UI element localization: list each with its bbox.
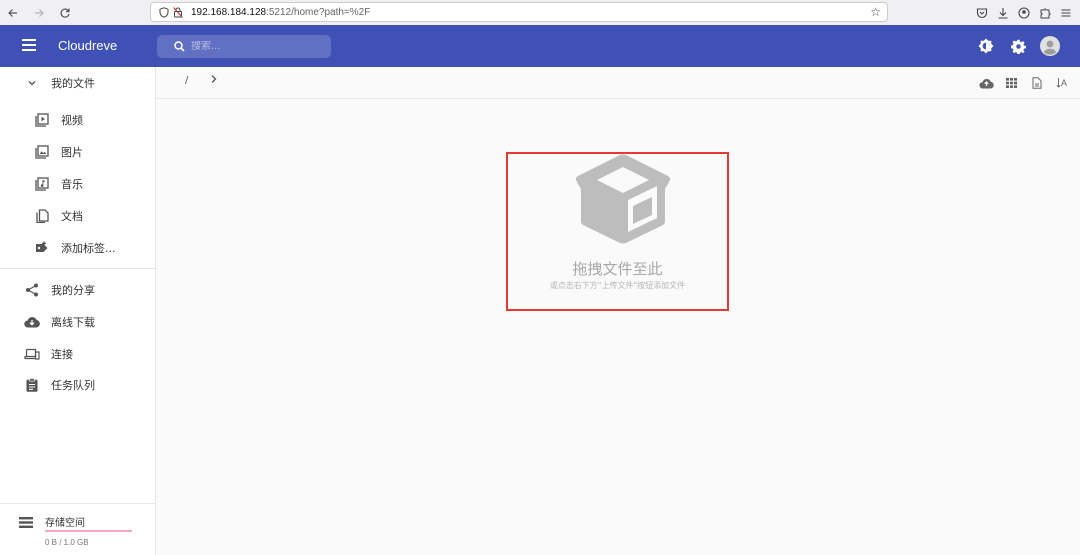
grid-view-icon [1006, 78, 1017, 88]
storage-panel[interactable]: 存储空间 0 B / 1.0 GB [0, 507, 155, 555]
sidebar-item-my-shares[interactable]: 我的分享 [0, 275, 155, 305]
insecure-lock-icon[interactable] [171, 6, 185, 18]
storage-size: 0 B / 1.0 GB [45, 538, 89, 547]
puzzle-icon [1040, 8, 1050, 18]
sidebar-item-label: 音乐 [61, 178, 83, 191]
sidebar-item-label: 离线下载 [51, 316, 95, 329]
image-icon [34, 144, 50, 160]
extensions-button[interactable] [1034, 0, 1055, 25]
pocket-button[interactable] [971, 0, 992, 25]
reload-icon [60, 8, 70, 18]
settings-button[interactable] [1002, 25, 1034, 67]
video-icon [34, 112, 50, 128]
sidebar-divider [0, 503, 155, 504]
app-bar: Cloudreve [0, 25, 1080, 67]
pocket-icon [976, 7, 987, 18]
search-input[interactable] [191, 41, 321, 52]
breadcrumb-expand-icon[interactable] [210, 74, 218, 87]
sidebar-item-documents[interactable]: 文档 [0, 201, 155, 231]
sidebar-item-images[interactable]: 图片 [0, 137, 155, 167]
downloads-button[interactable] [992, 0, 1013, 25]
sidebar-item-label: 连接 [51, 348, 73, 361]
chevron-down-icon[interactable] [24, 75, 40, 91]
cloud-download-icon [24, 314, 40, 330]
url-path: :5212/home?path=%2F [266, 6, 371, 18]
sidebar-item-connections[interactable]: 连接 [0, 339, 155, 369]
sidebar-item-label: 视频 [61, 114, 83, 127]
reload-button[interactable] [52, 0, 78, 25]
sort-button[interactable]: A [1049, 67, 1074, 99]
storage-icon [19, 517, 33, 528]
sidebar-divider [0, 268, 155, 269]
sidebar-item-music[interactable]: 音乐 [0, 169, 155, 199]
document-icon [34, 208, 50, 224]
storage-usage-bar [45, 530, 132, 532]
sidebar-item-task-queue[interactable]: 任务队列 [0, 370, 155, 400]
file-info-icon [1032, 77, 1041, 89]
share-icon [24, 282, 40, 298]
sort-label: A [1060, 78, 1067, 88]
breadcrumb-root[interactable]: / [185, 75, 188, 86]
drop-zone[interactable]: 拖拽文件至此 或点击右下方"上传文件"按钮添加文件 [506, 152, 729, 311]
sidebar-item-label: 文档 [61, 210, 83, 223]
file-toolbar: / A [156, 67, 1080, 99]
view-mode-button[interactable] [999, 67, 1024, 99]
sidebar-item-label: 任务队列 [51, 379, 95, 392]
sidebar: 我的文件 视频 图片 音乐 文档 添加标签... 我的分享 离线下载 连接 任务… [0, 67, 156, 555]
cloud-icon [979, 78, 994, 89]
sidebar-item-offline-download[interactable]: 离线下载 [0, 307, 155, 337]
gear-icon [1010, 39, 1026, 54]
search-box[interactable] [157, 35, 331, 58]
file-info-button[interactable] [1024, 67, 1049, 99]
sidebar-item-video[interactable]: 视频 [0, 105, 155, 135]
account-button[interactable] [1013, 0, 1034, 25]
back-button[interactable] [0, 0, 26, 25]
sidebar-item-label: 我的文件 [51, 77, 95, 90]
empty-box-icon [575, 154, 671, 244]
forward-button[interactable] [26, 0, 52, 25]
bookmark-star-icon[interactable]: ☆ [870, 5, 881, 19]
account-circle-icon [1017, 6, 1030, 19]
app-title[interactable]: Cloudreve [58, 38, 117, 53]
sidebar-item-label: 添加标签... [61, 242, 116, 255]
shield-icon [157, 6, 171, 18]
search-icon [174, 41, 185, 52]
sidebar-item-my-files[interactable]: 我的文件 [0, 68, 155, 98]
user-avatar-button[interactable] [1034, 25, 1066, 67]
storage-label: 存储空间 [45, 518, 85, 529]
sidebar-item-label: 我的分享 [51, 284, 95, 297]
download-icon [998, 7, 1007, 19]
url-host: 192.168.184.128 [191, 6, 267, 18]
music-icon [34, 176, 50, 192]
arrow-right-icon [35, 8, 44, 17]
url-text: 192.168.184.128:5212/home?path=%2F [191, 7, 370, 18]
drop-zone-subtitle: 或点击右下方"上传文件"按钮添加文件 [549, 281, 686, 290]
address-bar[interactable]: 192.168.184.128:5212/home?path=%2F ☆ [150, 2, 888, 22]
drop-zone-title: 拖拽文件至此 [572, 260, 663, 278]
upload-cloud-button[interactable] [974, 67, 999, 99]
arrow-left-icon [8, 8, 17, 17]
hamburger-icon [1061, 8, 1070, 17]
devices-icon [24, 346, 40, 362]
browser-menu-button[interactable] [1055, 0, 1076, 25]
avatar-icon [1040, 36, 1060, 56]
browser-toolbar: 192.168.184.128:5212/home?path=%2F ☆ [0, 0, 1080, 25]
tag-add-icon [34, 240, 50, 256]
brightness-icon [978, 38, 994, 54]
sidebar-item-label: 图片 [61, 146, 83, 159]
theme-toggle-button[interactable] [970, 25, 1002, 67]
menu-icon[interactable] [22, 39, 36, 51]
clipboard-icon [24, 377, 40, 393]
sidebar-item-add-tag[interactable]: 添加标签... [0, 233, 155, 263]
